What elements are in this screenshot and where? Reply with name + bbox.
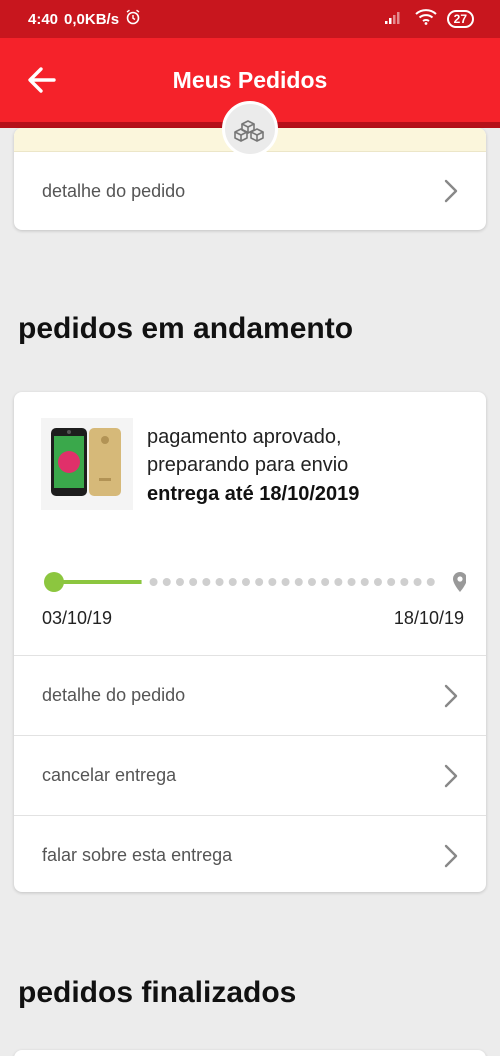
progress-remaining-dot [215, 578, 224, 586]
progress-remaining-dot [347, 578, 356, 586]
progress-remaining-dot [373, 578, 382, 586]
order-status-line-1: pagamento aprovado, [147, 426, 342, 448]
section-title-finished: pedidos finalizados [18, 976, 297, 1009]
signal-icon [384, 10, 405, 28]
progress-remaining-dot [281, 578, 290, 586]
order-summary: pagamento aprovado, preparando para envi… [14, 392, 486, 655]
progress-remaining-dot [189, 578, 198, 586]
status-bar: 4:40 0,0KB/s 27 [0, 0, 500, 38]
in-progress-order-card: pagamento aprovado, preparando para envi… [14, 392, 486, 892]
order-detail-label: detalhe do pedido [42, 180, 186, 201]
product-image [41, 418, 133, 510]
talk-about-delivery-label: falar sobre esta entrega [42, 845, 233, 865]
location-pin-center [457, 576, 463, 582]
delivery-progress-bar [44, 572, 466, 592]
finished-order-card [14, 1050, 486, 1056]
status-time: 4:40 [28, 10, 59, 28]
order-detail-label: detalhe do pedido [42, 685, 186, 705]
back-button[interactable] [24, 62, 60, 98]
arrow-left-icon [28, 67, 56, 93]
progress-remaining-dot [202, 578, 211, 586]
network-speed: 0,0KB/s [64, 10, 120, 28]
progress-remaining-dot [241, 578, 250, 586]
talk-about-delivery-row[interactable]: falar sobre esta entrega [14, 815, 486, 892]
chevron-right-icon [444, 764, 458, 787]
progress-remaining-dot [360, 578, 369, 586]
chevron-right-icon [444, 684, 458, 707]
progress-remaining-dot [294, 578, 303, 586]
progress-remaining-dot [149, 578, 158, 586]
wifi-icon [414, 9, 437, 29]
chevron-right-icon [444, 179, 458, 203]
boxes-icon [222, 101, 278, 157]
progress-remaining-dot [307, 578, 316, 586]
cancel-delivery-label: cancelar entrega [42, 765, 177, 785]
progress-start-dot [44, 572, 64, 592]
order-status-line-2: preparando para envio [147, 454, 349, 476]
start-date: 03/10/19 [42, 608, 113, 628]
progress-remaining-dot [400, 578, 409, 586]
end-date: 18/10/19 [393, 608, 464, 628]
order-detail-row[interactable]: detalhe do pedido [14, 655, 486, 735]
progress-remaining-dot [426, 578, 435, 586]
chevron-right-icon [444, 844, 458, 867]
progress-remaining-dot [175, 578, 184, 586]
progress-remaining-dot [255, 578, 264, 586]
order-actions: detalhe do pedido cancelar entrega falar… [14, 655, 486, 892]
progress-remaining-dot [162, 578, 171, 586]
battery-indicator: 27 [446, 10, 474, 28]
order-detail-row[interactable]: detalhe do pedido [14, 152, 486, 230]
progress-remaining-dot [387, 578, 396, 586]
section-title-in-progress: pedidos em andamento [18, 312, 354, 345]
alarm-icon [125, 9, 141, 29]
progress-remaining-dot [413, 578, 422, 586]
delivery-date: entrega até 18/10/2019 [147, 483, 360, 505]
progress-remaining-dot [228, 578, 237, 586]
page-title: Meus Pedidos [172, 66, 328, 93]
cancel-delivery-row[interactable]: cancelar entrega [14, 735, 486, 815]
progress-remaining-dot [268, 578, 277, 586]
location-pin-icon [453, 572, 466, 592]
progress-remaining-dot [321, 578, 330, 586]
progress-remaining-dot [334, 578, 343, 586]
